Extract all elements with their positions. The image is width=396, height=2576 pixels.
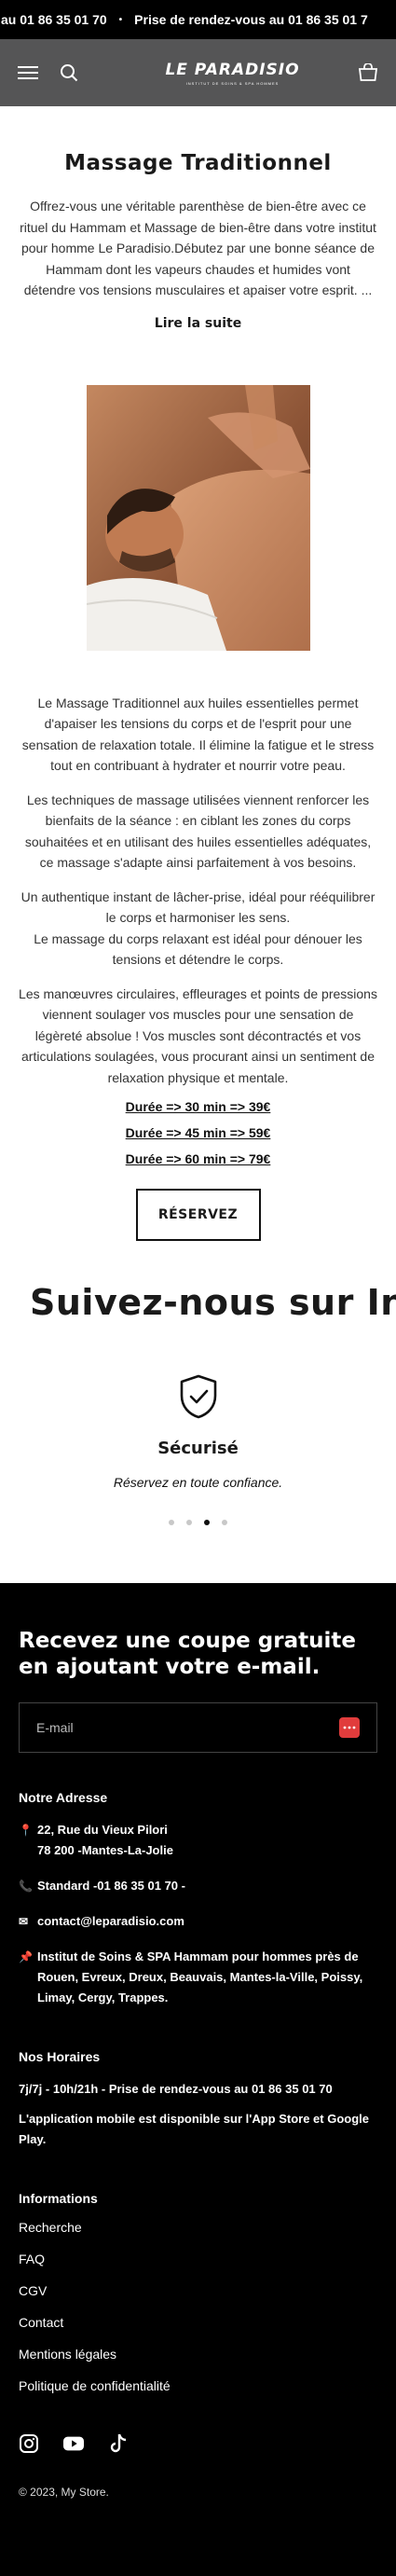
newsletter-title: Recevez une coupe gratuite en ajoutant v… [19,1629,356,1679]
address-heading: Notre Adresse [19,1790,108,1805]
page-title: Massage Traditionnel [64,151,332,175]
youtube-icon[interactable] [63,2433,84,2454]
site-logo[interactable]: LE PARADISIO INSTITUT DE SOINS & SPA HOM… [165,61,299,86]
description-paragraph: Un authentique instant de lâcher-prise, … [19,887,377,971]
price-option-60min[interactable]: Durée => 60 min => 79€ [19,1151,377,1166]
announcement-text-right: Prise de rendez-vous au 01 86 35 01 7 [134,12,368,27]
logo-wordmark: LE PARADISIO [165,60,300,79]
footer-link-contact[interactable]: Contact [19,2312,377,2333]
email-line: ✉ contact@leparadisio.com [19,1911,377,1932]
description-paragraph: Les techniques de massage utilisées vien… [24,792,372,871]
email-input[interactable] [36,1720,316,1735]
institute-line: 📌 Institut de Soins & SPA Hammam pour ho… [19,1947,377,2008]
carousel-dot[interactable] [222,1520,227,1525]
newsletter-form [19,1702,377,1753]
menu-icon[interactable] [17,62,39,84]
tiktok-icon[interactable] [108,2433,129,2454]
address-line-2: 78 200 -Mantes-La-Jolie [37,1843,173,1857]
price-option-45min[interactable]: Durée => 45 min => 59€ [19,1125,377,1140]
carousel-dot[interactable] [169,1520,174,1525]
follow-instagram-heading: Suivez-nous sur Ins [30,1282,396,1323]
reserve-button[interactable]: RÉSERVEZ [135,1189,261,1241]
social-links [19,2433,377,2454]
pin-icon: 📍 [19,1824,33,1837]
footer-link-cgv[interactable]: CGV [19,2280,377,2301]
footer-links: Recherche FAQ CGV Contact Mentions légal… [19,2217,377,2396]
announcement-bar: au 01 86 35 01 70 • Prise de rendez-vous… [0,0,396,39]
instagram-icon[interactable] [19,2433,39,2454]
logo-tagline: INSTITUT DE SOINS & SPA HOMMES [185,80,280,86]
phone-icon: 📞 [19,1880,33,1893]
header-left-actions [17,62,80,84]
feature-title: Sécurisé [157,1439,239,1458]
announcement-track: au 01 86 35 01 70 • Prise de rendez-vous… [0,12,376,27]
carousel-dots [0,1520,396,1525]
copyright-text: © 2023, My Store. [19,2486,109,2499]
hours-text: 7j/7j - 10h/21h - Prise de rendez-vous a… [19,2082,333,2096]
description-paragraph: Le Massage Traditionnel aux huiles essen… [21,695,375,774]
intro-text: Offrez-vous une véritable parenthèse de … [20,199,376,297]
site-footer: Recevez une coupe gratuite en ajoutant v… [0,1583,396,2576]
announcement-separator: • [118,14,123,25]
carousel-dot[interactable] [186,1520,192,1525]
search-icon[interactable] [58,62,80,84]
site-header: LE PARADISIO INSTITUT DE SOINS & SPA HOM… [0,39,396,106]
announcement-text-left: au 01 86 35 01 70 [1,12,107,27]
feature-slide: Sécurisé Réservez en toute confiance. [0,1373,396,1525]
read-more-link[interactable]: Lire la suite [155,316,241,331]
shield-check-icon [177,1373,220,1420]
carousel-dot-active[interactable] [204,1520,210,1525]
description-paragraph: Les manœuvres circulaires, effleurages e… [19,985,377,1085]
massage-photo [86,384,310,651]
institute-text: Institut de Soins & SPA Hammam pour homm… [37,1949,363,2004]
email-submit-icon[interactable] [339,1717,360,1738]
price-option-30min[interactable]: Durée => 30 min => 39€ [19,1099,377,1114]
email-text[interactable]: contact@leparadisio.com [37,1911,184,1932]
description-line: Le massage du corps relaxant est idéal p… [34,930,362,968]
description-line: Un authentique instant de lâcher-prise, … [20,889,376,926]
pushpin-icon: 📌 [19,1950,33,1963]
address-block: 📍 22, Rue du Vieux Pilori 78 200 -Mantes… [19,1820,377,1861]
cart-icon[interactable] [357,62,379,84]
app-availability-text: L'application mobile est disponible sur … [19,2112,369,2146]
footer-link-privacy[interactable]: Politique de confidentialité [19,2376,377,2396]
hours-heading: Nos Horaires [19,2049,101,2064]
info-heading: Informations [19,2191,98,2206]
footer-link-faq[interactable]: FAQ [19,2249,377,2269]
product-content: Massage Traditionnel Offrez-vous une vér… [0,151,396,1241]
phone-text[interactable]: Standard -01 86 35 01 70 - [37,1876,185,1896]
address-text: 22, Rue du Vieux Pilori 78 200 -Mantes-L… [37,1820,173,1861]
price-list: Durée => 30 min => 39€ Durée => 45 min =… [19,1099,377,1166]
footer-link-search[interactable]: Recherche [19,2217,377,2238]
footer-link-legal[interactable]: Mentions légales [19,2344,377,2364]
mail-icon: ✉ [19,1915,29,1928]
phone-line: 📞 Standard -01 86 35 01 70 - [19,1876,377,1896]
address-line-1: 22, Rue du Vieux Pilori [37,1823,168,1837]
feature-text: Réservez en toute confiance. [113,1475,283,1490]
page: au 01 86 35 01 70 • Prise de rendez-vous… [0,0,396,2576]
